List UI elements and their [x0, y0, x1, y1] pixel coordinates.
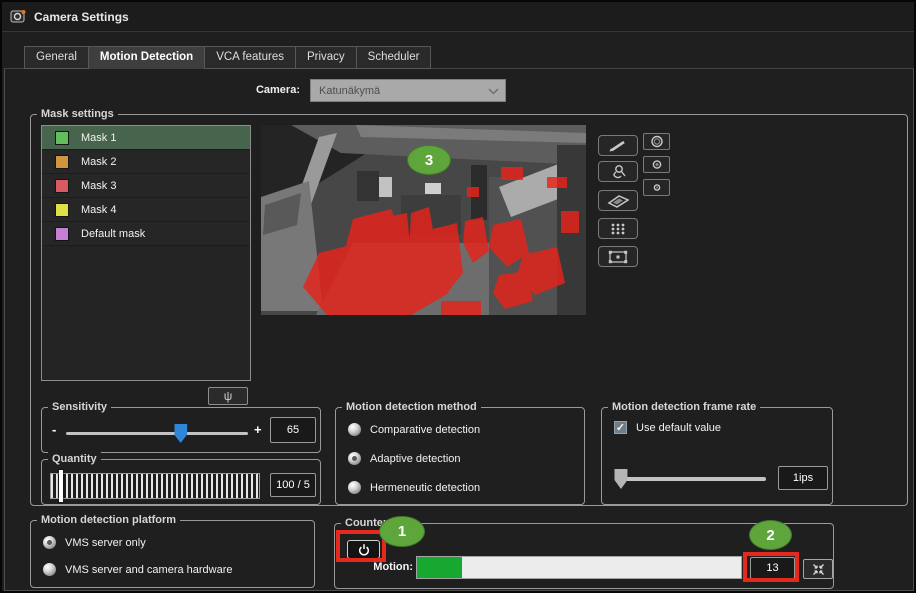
camera-select-value: Katunäkymä	[319, 85, 380, 97]
small-circle-icon	[649, 181, 665, 194]
quantity-group-label: Quantity	[48, 452, 101, 467]
radio-icon	[348, 423, 361, 436]
camera-select[interactable]: Katunäkymä	[310, 79, 506, 102]
sensitivity-slider-track[interactable]	[66, 432, 248, 435]
tab-bar: General Motion Detection VCA features Pr…	[24, 46, 431, 69]
selection-rectangle-icon	[603, 249, 633, 265]
default-mask-color-swatch	[55, 227, 69, 241]
sensitivity-group: Sensitivity - + 65	[41, 407, 321, 453]
mask2-color-swatch	[55, 155, 69, 169]
quantity-group: Quantity 100 / 5	[41, 459, 321, 505]
radio-icon	[43, 563, 56, 576]
mask-list-item-mask1[interactable]: Mask 1	[42, 126, 250, 150]
pencil-icon	[603, 139, 633, 153]
radio-adaptive-detection[interactable]: Adaptive detection	[348, 452, 461, 465]
motion-detection-platform-group: Motion detection platform VMS server onl…	[30, 520, 315, 588]
tab-vca-features[interactable]: VCA features	[205, 46, 296, 69]
motion-counter-bar	[416, 556, 742, 579]
mask4-label: Mask 4	[81, 204, 116, 216]
vms-server-only-label: VMS server only	[65, 537, 146, 549]
use-default-value-label: Use default value	[636, 422, 721, 434]
vms-server-and-camera-hardware-label: VMS server and camera hardware	[65, 564, 233, 576]
highlight-box-counter-value	[743, 552, 799, 582]
radio-hermeneutic-detection[interactable]: Hermeneutic detection	[348, 481, 480, 494]
sensitivity-slider-thumb[interactable]	[174, 424, 187, 443]
mask3-color-swatch	[55, 179, 69, 193]
radio-vms-server-and-camera-hardware[interactable]: VMS server and camera hardware	[43, 563, 233, 576]
mask-list-tool-button[interactable]: ψ	[208, 387, 248, 405]
sensitivity-group-label: Sensitivity	[48, 400, 111, 415]
large-circle-icon	[649, 135, 665, 148]
hermeneutic-detection-label: Hermeneutic detection	[370, 482, 480, 494]
default-mask-label: Default mask	[81, 228, 145, 240]
mask-list-item-mask4[interactable]: Mask 4	[42, 198, 250, 222]
eraser-pen-icon	[603, 164, 633, 179]
mask-list: Mask 1 Mask 2 Mask 3 Mask 4 Default mask	[41, 125, 251, 381]
tab-general[interactable]: General	[24, 46, 89, 69]
motion-detection-frame-rate-group: Motion detection frame rate ✓ Use defaul…	[601, 407, 833, 505]
tab-privacy[interactable]: Privacy	[296, 46, 357, 69]
brush-size-large-button[interactable]	[643, 133, 670, 150]
tab-scheduler[interactable]: Scheduler	[357, 46, 432, 69]
annotation-badge-1: 1	[379, 516, 425, 547]
sensitivity-value: 65	[270, 417, 316, 443]
highlight-box-counter-toggle	[336, 530, 386, 562]
mask1-label: Mask 1	[81, 132, 116, 144]
use-default-value-checkbox-row[interactable]: ✓ Use default value	[614, 421, 721, 434]
checkbox-checked-icon[interactable]: ✓	[614, 421, 627, 434]
quantity-value: 100 / 5	[270, 473, 316, 497]
chevron-down-icon	[488, 82, 499, 100]
frame-rate-value: 1ips	[778, 466, 828, 490]
motion-detection-method-group: Motion detection method Comparative dete…	[335, 407, 585, 505]
annotation-badge-2: 2	[749, 520, 792, 550]
adaptive-detection-label: Adaptive detection	[370, 453, 461, 465]
quantity-slider-track[interactable]	[50, 473, 260, 499]
motion-label: Motion:	[365, 561, 413, 573]
collapse-arrows-icon	[811, 562, 826, 577]
pencil-tool-button[interactable]	[598, 135, 638, 156]
tab-motion-detection[interactable]: Motion Detection	[89, 46, 205, 69]
mask-list-item-default-mask[interactable]: Default mask	[42, 222, 250, 246]
mask-settings-group: Mask settings Mask 1 Mask 2 Mask 3 Mask …	[30, 114, 908, 506]
frame-rate-slider-thumb[interactable]	[614, 469, 627, 489]
sensitivity-minus[interactable]: -	[52, 422, 56, 437]
clear-mask-tool-button[interactable]	[598, 190, 638, 211]
camera-settings-icon	[10, 9, 27, 24]
window-title: Camera Settings	[34, 10, 129, 24]
radio-icon	[43, 536, 56, 549]
title-bar: Camera Settings	[2, 2, 914, 32]
annotation-badge-3: 3	[407, 145, 451, 175]
radio-icon	[348, 481, 361, 494]
mask1-color-swatch	[55, 131, 69, 145]
sensitivity-plus[interactable]: +	[254, 422, 262, 437]
tilted-sheet-icon	[603, 193, 633, 209]
mask-list-item-mask3[interactable]: Mask 3	[42, 174, 250, 198]
radio-vms-server-only[interactable]: VMS server only	[43, 536, 146, 549]
mask3-label: Mask 3	[81, 180, 116, 192]
radio-icon	[348, 452, 361, 465]
platform-group-label: Motion detection platform	[37, 513, 180, 528]
fill-pattern-tool-button[interactable]	[598, 218, 638, 239]
motion-detection-method-group-label: Motion detection method	[342, 400, 481, 415]
pattern-grid-icon	[603, 221, 633, 237]
motion-counter-bar-fill	[417, 557, 462, 578]
mask-settings-group-label: Mask settings	[37, 107, 118, 122]
camera-label: Camera:	[216, 84, 300, 96]
radio-comparative-detection[interactable]: Comparative detection	[348, 423, 480, 436]
comparative-detection-label: Comparative detection	[370, 424, 480, 436]
mask-list-item-mask2[interactable]: Mask 2	[42, 150, 250, 174]
brush-size-small-button[interactable]	[643, 179, 670, 196]
brush-size-medium-button[interactable]	[643, 156, 670, 173]
medium-circle-icon	[649, 158, 665, 171]
frame-rate-slider-track[interactable]	[618, 477, 766, 481]
frame-rate-group-label: Motion detection frame rate	[608, 400, 760, 415]
select-area-tool-button[interactable]	[598, 246, 638, 267]
eraser-tool-button[interactable]	[598, 161, 638, 182]
mask2-label: Mask 2	[81, 156, 116, 168]
counter-reset-button[interactable]	[803, 559, 833, 579]
mask4-color-swatch	[55, 203, 69, 217]
camera-settings-window: Camera Settings General Motion Detection…	[0, 0, 916, 593]
quantity-slider-thumb[interactable]	[59, 470, 63, 502]
